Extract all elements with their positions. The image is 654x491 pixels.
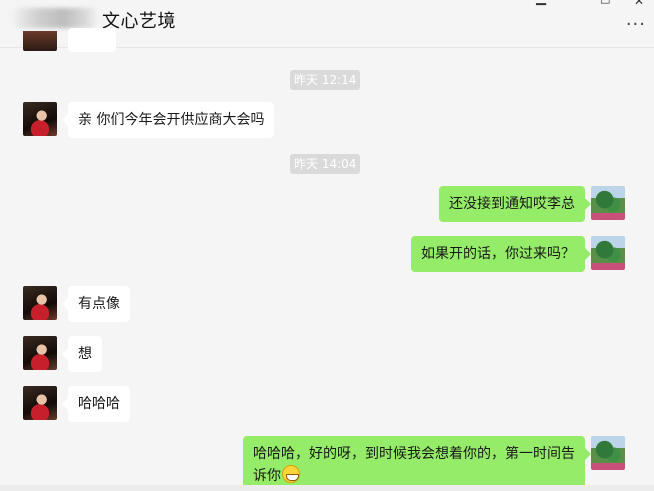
avatar[interactable] (23, 31, 57, 51)
message-bubble-outgoing: 还没接到通知哎李总 (439, 186, 591, 222)
message-bubble-outgoing: 如果开的话，你过来吗？ (411, 236, 591, 272)
grin-emoji-icon (282, 465, 300, 483)
avatar[interactable] (23, 386, 57, 420)
minimize-icon[interactable]: ▁ (536, 0, 546, 6)
avatar[interactable] (23, 336, 57, 370)
message-bubble-incoming: 想 (62, 336, 102, 372)
close-icon[interactable]: ✕ (634, 0, 644, 8)
message-bubble-incoming: 亲 你们今年会开供应商大会吗 (61, 102, 275, 138)
avatar[interactable] (591, 436, 625, 470)
blurred-contact-name (12, 8, 98, 28)
message-line-text: 诉你 (253, 468, 281, 484)
avatar[interactable] (591, 236, 625, 270)
input-area-edge (0, 485, 654, 491)
message-line: 哈哈哈，好的呀，到时候我会想着你的，第一时间告 (253, 446, 575, 462)
avatar[interactable] (23, 286, 57, 320)
timestamp: 昨天 14:04 (290, 154, 361, 174)
message-line-2: 诉你 (253, 465, 575, 487)
avatar[interactable] (591, 186, 625, 220)
maximize-icon[interactable]: □ (600, 0, 610, 5)
message-bubble-incoming: 哈哈哈 (62, 386, 130, 422)
avatar[interactable] (23, 102, 57, 136)
message-bubble-outgoing: 哈哈哈，好的呀，到时候我会想着你的，第一时间告 诉你 (243, 436, 591, 491)
more-icon[interactable]: ··· (626, 14, 646, 35)
timestamp: 昨天 12:14 (290, 70, 361, 90)
message-bubble-partial (68, 28, 116, 52)
message-bubble-incoming: 有点像 (62, 286, 130, 322)
